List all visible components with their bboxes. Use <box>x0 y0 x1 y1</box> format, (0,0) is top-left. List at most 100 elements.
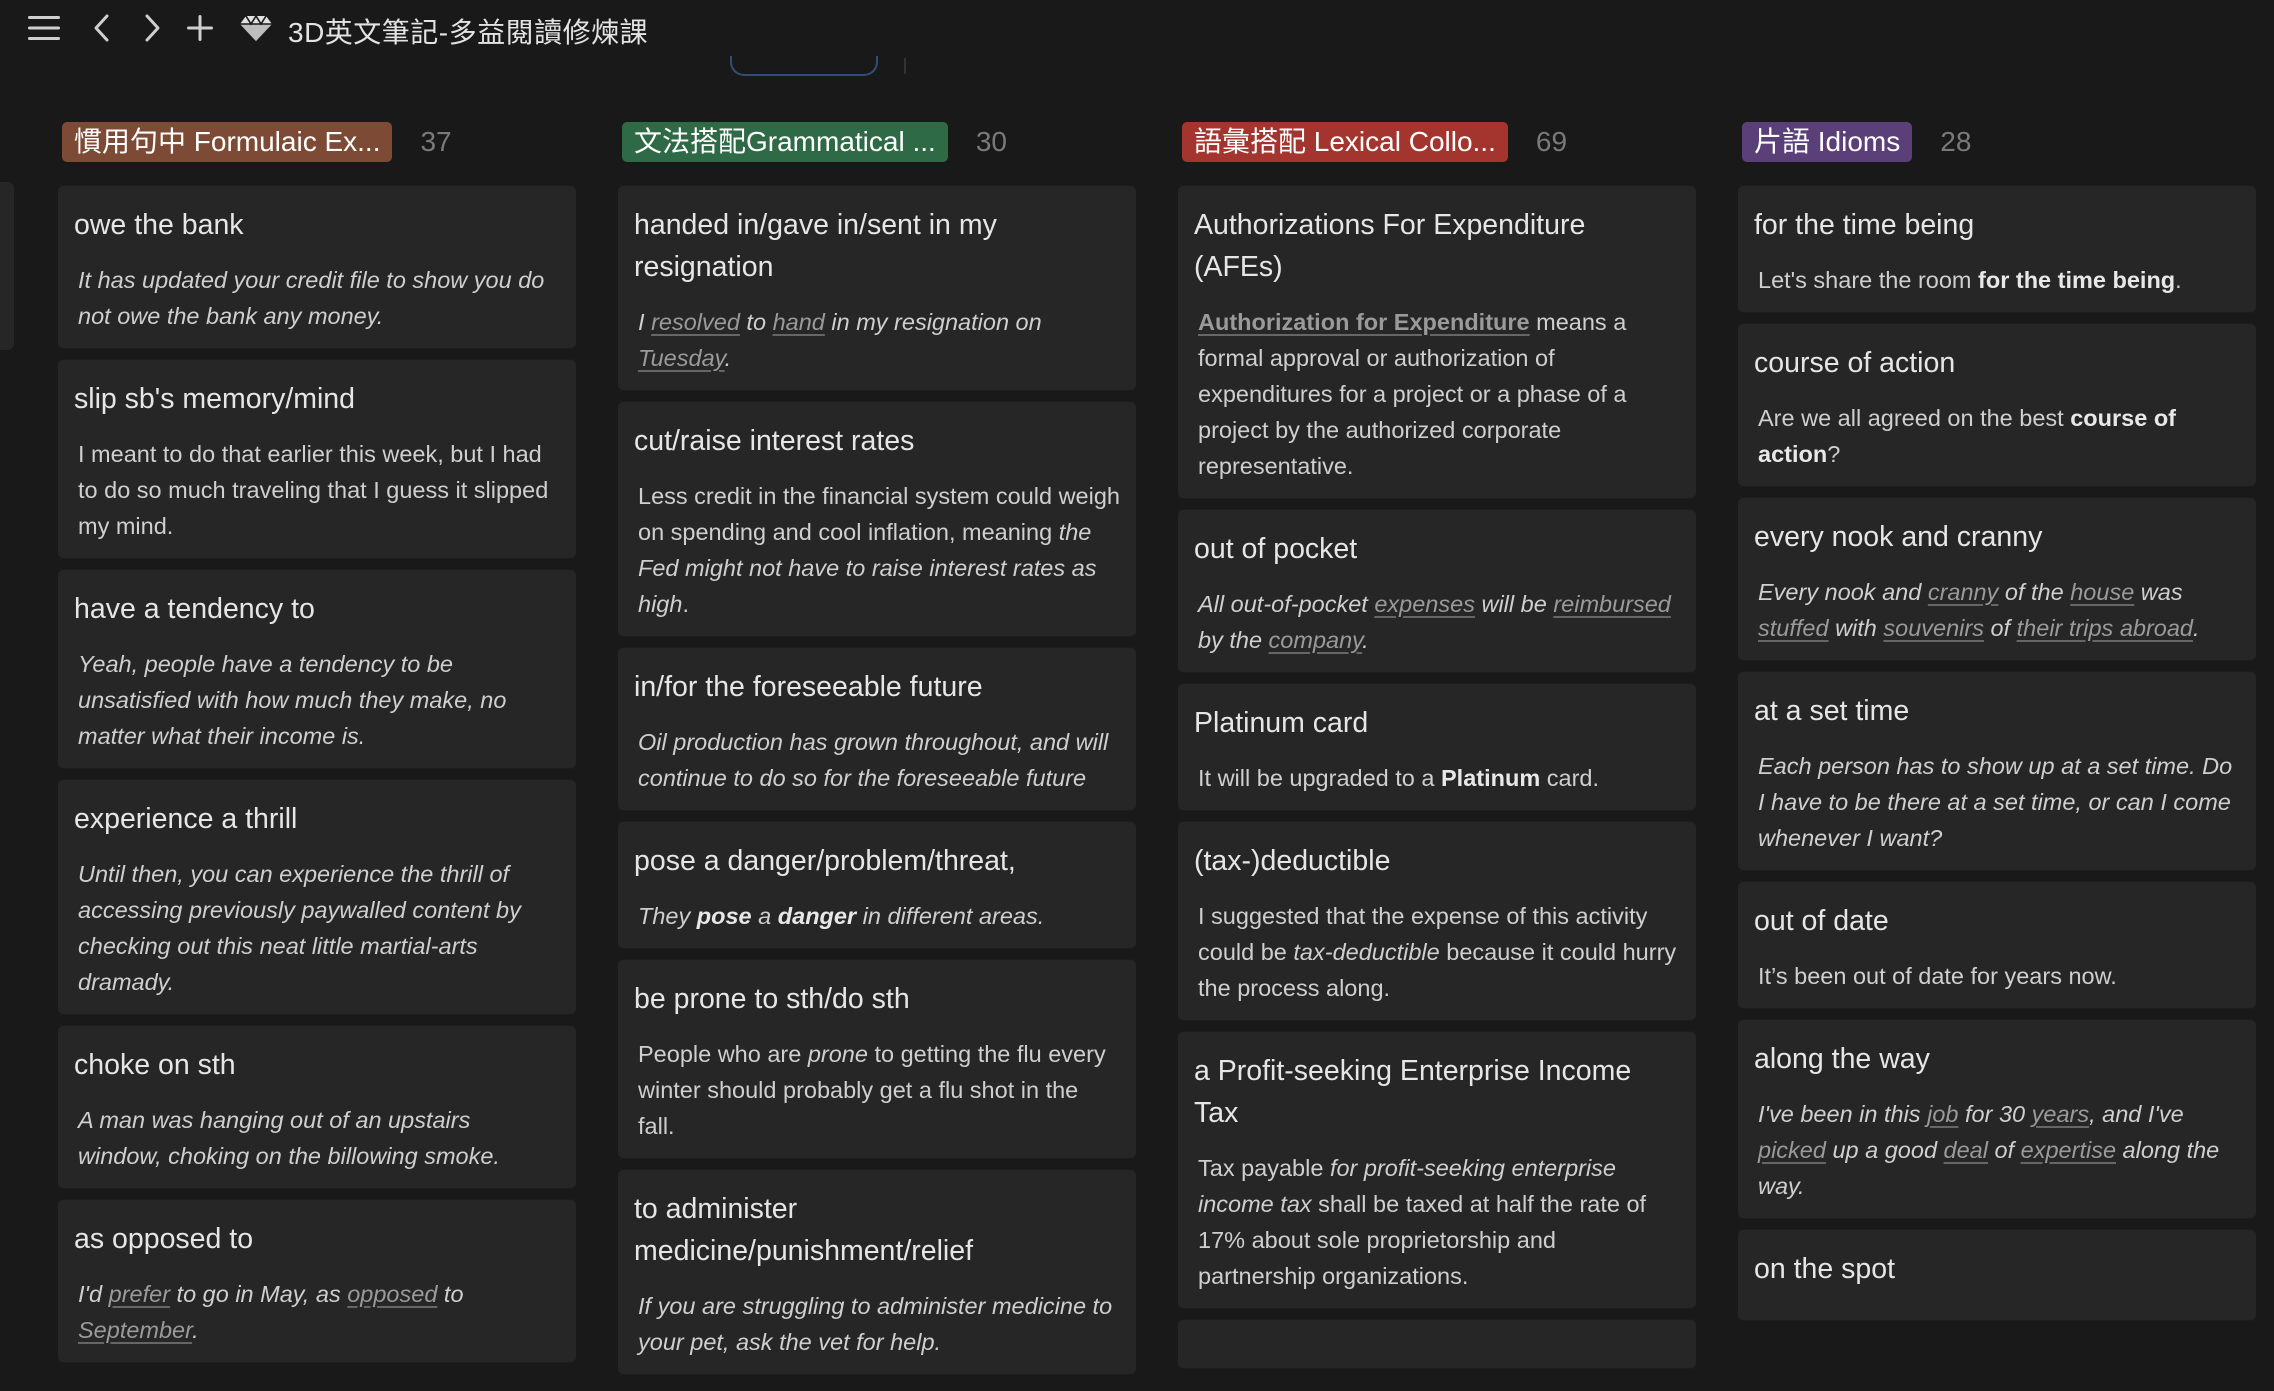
board-card[interactable]: out of date It’s been out of date for yea… <box>1738 882 2256 1008</box>
example-text: to go in May, as <box>170 1281 348 1307</box>
linked-word[interactable]: Tuesday <box>638 345 725 371</box>
linked-word[interactable]: picked <box>1758 1137 1826 1163</box>
board-column: 片語 Idioms 28 for the time being Let's share… <box>1738 121 2256 1391</box>
card-title: have a tendency to <box>74 593 315 625</box>
linked-word[interactable]: company <box>1269 627 1363 653</box>
board-card[interactable]: every nook and cranny Every nook and cran… <box>1738 498 2256 660</box>
board-card[interactable]: choke on sth A man was hanging out of an … <box>58 1026 576 1188</box>
example-text: prone <box>807 1041 868 1067</box>
board-card[interactable]: Platinum card It will be upgraded to a Pl… <box>1178 684 1696 810</box>
card-title: choke on sth <box>74 1049 236 1081</box>
board-card[interactable]: out of pocket All out-of-pocket expenses … <box>1178 510 1696 672</box>
example-text: I meant to do that earlier this week, bu… <box>78 441 549 539</box>
card-example: I suggested that the expense of this act… <box>1194 898 1680 1006</box>
board-card[interactable]: in/for the foreseeable future Oil product… <box>618 648 1136 810</box>
example-text: to <box>437 1281 464 1307</box>
card-title: handed in/gave in/sent in my resignation <box>634 209 997 283</box>
board-card[interactable]: (tax-)deductible I suggested that the exp… <box>1178 822 1696 1020</box>
card-title: for the time being <box>1754 209 1975 241</box>
page-title: 3D英文筆記-多益閱讀修煉課 <box>288 17 649 48</box>
linked-word[interactable]: their trips abroad <box>2017 615 2193 641</box>
example-text: Platinum <box>1441 765 1541 791</box>
card-title: on the spot <box>1754 1253 1896 1285</box>
board-card[interactable] <box>1178 1320 1696 1368</box>
card-example: Let's share the room for the time being. <box>1754 262 2240 298</box>
linked-word[interactable]: prefer <box>109 1281 170 1307</box>
example-text: Oil production has grown throughout, and… <box>638 729 1109 791</box>
column-tag[interactable]: 文法搭配Grammatical ... <box>622 122 948 162</box>
linked-word[interactable]: job <box>1927 1101 1958 1127</box>
board-card[interactable]: a Profit-seeking Enterprise Income Tax Ta… <box>1178 1032 1696 1308</box>
board-card[interactable]: slip sb's memory/mind I meant to do that … <box>58 360 576 558</box>
example-text: Each person has to show up at a set time… <box>1758 753 2233 851</box>
example-text: with <box>1828 615 1884 641</box>
card-list: Authorizations For Expenditure (AFEs) Aut… <box>1178 186 1696 1368</box>
linked-word[interactable]: stuffed <box>1758 615 1829 641</box>
board-card[interactable]: be prone to sth/do sth People who are pro… <box>618 960 1136 1158</box>
linked-word[interactable]: resolved <box>651 309 740 335</box>
card-example: Until then, you can experience the thril… <box>74 856 560 1000</box>
example-text: They <box>638 903 697 929</box>
linked-word[interactable]: Authorization for Expenditure <box>1198 309 1530 335</box>
menu-icon[interactable] <box>24 8 64 48</box>
example-text: was <box>2134 579 2183 605</box>
linked-word[interactable]: deal <box>1944 1137 1988 1163</box>
card-example: Authorization for Expenditure means a fo… <box>1194 304 1680 484</box>
linked-word[interactable]: September <box>78 1317 192 1343</box>
board-card[interactable]: course of action Are we all agreed on the… <box>1738 324 2256 486</box>
linked-word[interactable]: house <box>2070 579 2134 605</box>
board-card[interactable]: along the way I've been in this job for 3… <box>1738 1020 2256 1218</box>
example-text: Until then, you can experience the thril… <box>78 861 521 995</box>
example-text: will be <box>1474 591 1554 617</box>
board-card[interactable]: for the time being Let's share the room f… <box>1738 186 2256 312</box>
board-column: 語彙搭配 Lexical Collo... 69 Authorizations Fo… <box>1178 121 1696 1391</box>
example-text: of <box>1983 615 2017 641</box>
card-title: slip sb's memory/mind <box>74 383 356 415</box>
card-example: Every nook and cranny of the house was s… <box>1754 574 2240 646</box>
linked-word[interactable]: reimbursed <box>1553 591 1671 617</box>
example-text: Less credit in the financial system coul… <box>638 483 1120 545</box>
column-header: 文法搭配Grammatical ... 30 <box>618 121 1136 163</box>
board-card[interactable]: handed in/gave in/sent in my resignation… <box>618 186 1136 390</box>
board-card[interactable]: Authorizations For Expenditure (AFEs) Aut… <box>1178 186 1696 498</box>
linked-word[interactable]: years <box>2032 1101 2089 1127</box>
board-card[interactable]: at a set time Each person has to show up … <box>1738 672 2256 870</box>
example-text: I'd <box>78 1281 109 1307</box>
example-text: card. <box>1540 765 1600 791</box>
example-text: . <box>2175 267 2182 293</box>
example-text: Yeah, people have a tendency to be unsat… <box>78 651 507 749</box>
linked-word[interactable]: cranny <box>1928 579 1999 605</box>
column-tag[interactable]: 片語 Idioms <box>1742 122 1913 162</box>
board-card[interactable]: as opposed to I'd prefer to go in May, as… <box>58 1200 576 1362</box>
board-card[interactable]: have a tendency to Yeah, people have a te… <box>58 570 576 768</box>
chevron-right-icon[interactable] <box>132 8 172 48</box>
column-tag[interactable]: 慣用句中 Formulaic Ex... <box>62 122 393 162</box>
column-tag[interactable]: 語彙搭配 Lexical Collo... <box>1182 122 1508 162</box>
linked-word[interactable]: opposed <box>347 1281 437 1307</box>
top-bar: 3D英文筆記-多益閱讀修煉課 <box>0 0 2274 60</box>
column-header: 語彙搭配 Lexical Collo... 69 <box>1178 121 1696 163</box>
board-card[interactable]: experience a thrill Until then, you can e… <box>58 780 576 1014</box>
linked-word[interactable]: expertise <box>2021 1137 2116 1163</box>
example-text: of the <box>1998 579 2071 605</box>
card-example: Are we all agreed on the best course of … <box>1754 400 2240 472</box>
linked-word[interactable]: hand <box>773 309 825 335</box>
previous-column-edge <box>0 182 14 350</box>
chevron-left-icon[interactable] <box>82 8 122 48</box>
card-list: for the time being Let's share the room f… <box>1738 186 2256 1320</box>
example-text: Every nook and <box>1758 579 1928 605</box>
example-text: , and I've <box>2089 1101 2184 1127</box>
board-card[interactable]: on the spot <box>1738 1230 2256 1320</box>
plus-icon[interactable] <box>180 8 220 48</box>
board-card[interactable]: to administer medicine/punishment/relief… <box>618 1170 1136 1374</box>
board-card[interactable]: cut/raise interest rates Less credit in t… <box>618 402 1136 636</box>
card-title: out of date <box>1754 905 1889 937</box>
linked-word[interactable]: souvenirs <box>1883 615 1984 641</box>
board-card[interactable]: owe the bank It has updated your credit f… <box>58 186 576 348</box>
toolbar-pill[interactable] <box>730 56 878 76</box>
board-card[interactable]: pose a danger/problem/threat, They pose a… <box>618 822 1136 948</box>
card-example: They pose a danger in different areas. <box>634 898 1120 934</box>
linked-word[interactable]: expenses <box>1374 591 1475 617</box>
card-example: It’s been out of date for years now. <box>1754 958 2240 994</box>
card-title: in/for the foreseeable future <box>634 671 983 703</box>
